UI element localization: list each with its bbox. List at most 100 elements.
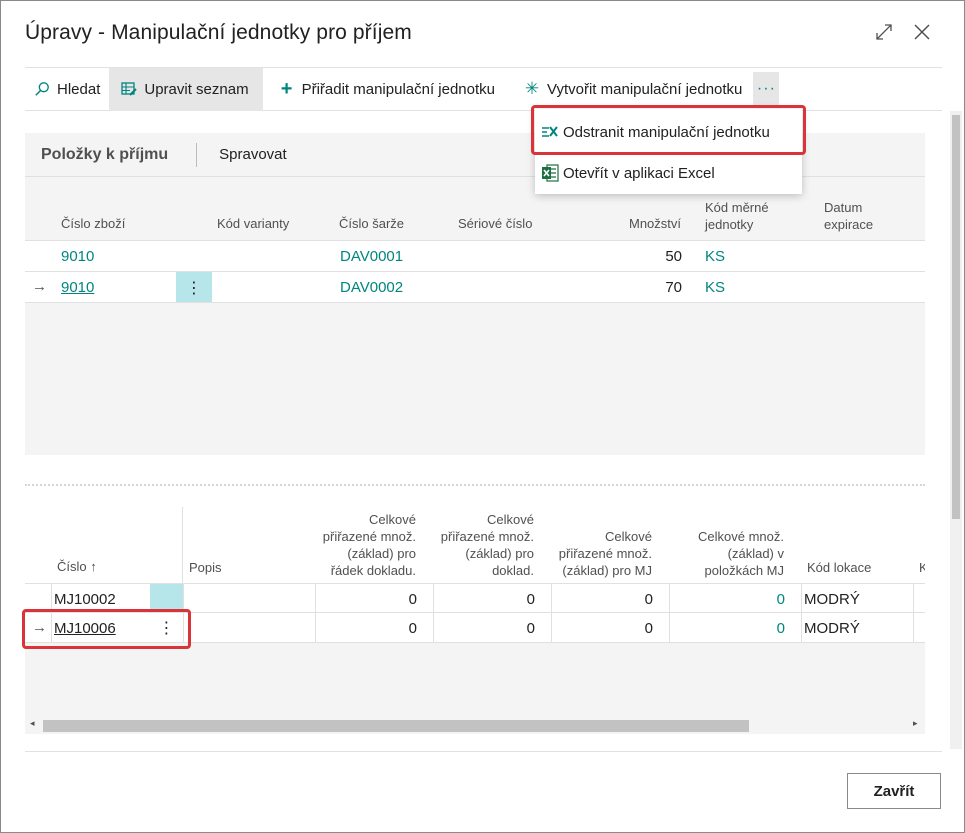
dialog-title: Úpravy - Manipulační jednotky pro příjem bbox=[25, 21, 412, 44]
hdr-line: přiřazené množ. bbox=[558, 546, 652, 561]
open-in-excel-label: Otevřít v aplikaci Excel bbox=[563, 164, 715, 182]
col-location[interactable]: Kód lokace bbox=[807, 559, 871, 576]
assign-label: Přiřadit manipulační jednotku bbox=[301, 80, 496, 98]
create-label: Vytvořit manipulační jednotku bbox=[547, 80, 743, 98]
col-serial[interactable]: Sériové číslo bbox=[458, 215, 532, 232]
hdr-line: přiřazené množ. bbox=[322, 529, 416, 544]
qty-cell: 0 bbox=[644, 591, 653, 608]
table-row-selected[interactable] bbox=[25, 272, 925, 303]
hdr-line: Celkové bbox=[487, 512, 534, 527]
location-cell: MODRÝ bbox=[804, 620, 860, 637]
qty-cell: 0 bbox=[408, 591, 417, 608]
horizontal-scrollbar-thumb[interactable] bbox=[43, 720, 749, 732]
col-divider bbox=[182, 507, 183, 583]
part-divider bbox=[25, 484, 925, 486]
lot-cell[interactable]: DAV0002 bbox=[340, 279, 403, 297]
hdr-line: doklad. bbox=[492, 563, 534, 578]
qty-cell: 50 bbox=[665, 248, 682, 265]
highlight-remove-action bbox=[531, 105, 806, 155]
hdr-line: (základ) pro bbox=[465, 546, 534, 561]
receipt-lines-title[interactable]: Položky k příjmu bbox=[41, 146, 168, 164]
col-variant[interactable]: Kód varianty bbox=[217, 215, 289, 232]
search-button[interactable]: Hledat bbox=[25, 68, 109, 111]
col-item-no[interactable]: Číslo zboží bbox=[61, 215, 125, 232]
edit-list-label: Upravit seznam bbox=[144, 80, 249, 98]
footer-divider bbox=[25, 751, 942, 752]
header-separator bbox=[196, 142, 198, 167]
col-number-label: Číslo bbox=[57, 559, 87, 574]
col-divider bbox=[433, 584, 434, 642]
scroll-right-icon[interactable]: ▸ bbox=[913, 718, 918, 729]
title-icons bbox=[872, 19, 934, 45]
col-expiration[interactable]: Datum expirace bbox=[824, 199, 873, 233]
dialog: Úpravy - Manipulační jednotky pro příjem… bbox=[0, 0, 965, 833]
close-icon[interactable] bbox=[910, 19, 934, 45]
hu-number-cell[interactable]: MJ10002 bbox=[54, 591, 116, 609]
manage-menu[interactable]: Spravovat bbox=[219, 146, 287, 163]
sort-ascending-icon: ↑ bbox=[90, 559, 97, 574]
row-actions-icon[interactable]: ⋮ bbox=[176, 272, 212, 303]
col-number[interactable]: Číslo ↑ bbox=[57, 558, 97, 575]
col-assigned-qty-line[interactable]: Celkové přiřazené množ. (základ) pro řád… bbox=[305, 511, 416, 579]
qty-link-cell[interactable]: 0 bbox=[685, 620, 785, 638]
col-qty[interactable]: Množství bbox=[605, 215, 681, 232]
action-bar: Hledat Upravit seznam + Přiřadit manipul… bbox=[25, 67, 942, 111]
col-divider bbox=[551, 584, 552, 642]
table-row[interactable] bbox=[25, 241, 925, 271]
col-exp-line1: Datum bbox=[824, 200, 863, 215]
hdr-line: přiřazené množ. bbox=[440, 529, 534, 544]
col-assigned-qty-hu[interactable]: Celkové přiřazené množ. (základ) pro MJ bbox=[541, 528, 652, 579]
search-icon bbox=[34, 80, 50, 98]
plus-icon: + bbox=[280, 77, 293, 100]
edit-list-button[interactable]: Upravit seznam bbox=[109, 67, 263, 111]
col-divider bbox=[913, 584, 914, 642]
hdr-line: Celkové bbox=[605, 529, 652, 544]
uom-cell[interactable]: KS bbox=[705, 279, 725, 297]
col-next-truncated[interactable]: K bbox=[919, 559, 925, 576]
col-exp-line2: expirace bbox=[824, 217, 874, 232]
excel-icon bbox=[540, 164, 560, 182]
qty-cell: 0 bbox=[526, 591, 535, 608]
col-uom-line2: jednotky bbox=[705, 217, 754, 232]
menu-item-open-in-excel[interactable]: Otevřít v aplikaci Excel bbox=[535, 154, 802, 192]
hdr-line: (základ) pro MJ bbox=[562, 563, 652, 578]
hdr-line: Celkové bbox=[369, 512, 416, 527]
col-assigned-qty-doc[interactable]: Celkové přiřazené množ. (základ) pro dok… bbox=[423, 511, 534, 579]
qty-cell: 0 bbox=[644, 620, 653, 637]
location-cell: MODRÝ bbox=[804, 591, 860, 608]
col-divider bbox=[801, 584, 802, 642]
qty-cell: 0 bbox=[526, 620, 535, 637]
hdr-line: Celkové množ. bbox=[698, 529, 784, 544]
close-button[interactable]: Zavřít bbox=[847, 773, 941, 809]
item-no-cell[interactable]: 9010 bbox=[61, 248, 94, 266]
col-total-qty-hu-entries[interactable]: Celkové množ. (základ) v položkách MJ bbox=[665, 528, 784, 579]
qty-cell: 70 bbox=[665, 279, 682, 296]
lot-cell[interactable]: DAV0001 bbox=[340, 248, 403, 266]
expand-icon[interactable] bbox=[872, 19, 896, 45]
more-actions-button[interactable]: ··· bbox=[753, 72, 780, 106]
col-divider bbox=[669, 584, 670, 642]
row-line bbox=[25, 302, 925, 303]
hdr-line: položkách MJ bbox=[704, 563, 784, 578]
item-no-cell[interactable]: 9010 bbox=[61, 279, 94, 297]
scroll-left-icon[interactable]: ◂ bbox=[30, 718, 35, 729]
vertical-scrollbar-thumb[interactable] bbox=[952, 115, 960, 519]
col-uom-line1: Kód měrné bbox=[705, 200, 769, 215]
hdr-line: (základ) v bbox=[727, 546, 784, 561]
col-lot[interactable]: Číslo šarže bbox=[339, 215, 404, 232]
assign-handling-unit-button[interactable]: + Přiřadit manipulační jednotku bbox=[263, 68, 504, 111]
edit-list-icon bbox=[121, 81, 138, 97]
hdr-line: (základ) pro bbox=[347, 546, 416, 561]
qty-link-cell[interactable]: 0 bbox=[685, 591, 785, 609]
col-description[interactable]: Popis bbox=[189, 559, 222, 576]
col-divider bbox=[315, 584, 316, 642]
sparkle-icon: ✳ bbox=[524, 79, 540, 98]
qty-cell: 0 bbox=[408, 620, 417, 637]
row-select-indicator[interactable] bbox=[150, 584, 183, 612]
search-label: Hledat bbox=[57, 80, 101, 98]
highlight-selected-row bbox=[22, 609, 191, 649]
row-arrow-icon: → bbox=[32, 278, 47, 295]
col-uom[interactable]: Kód měrné jednotky bbox=[705, 199, 769, 233]
hdr-line: řádek dokladu. bbox=[330, 563, 416, 578]
uom-cell[interactable]: KS bbox=[705, 248, 725, 266]
